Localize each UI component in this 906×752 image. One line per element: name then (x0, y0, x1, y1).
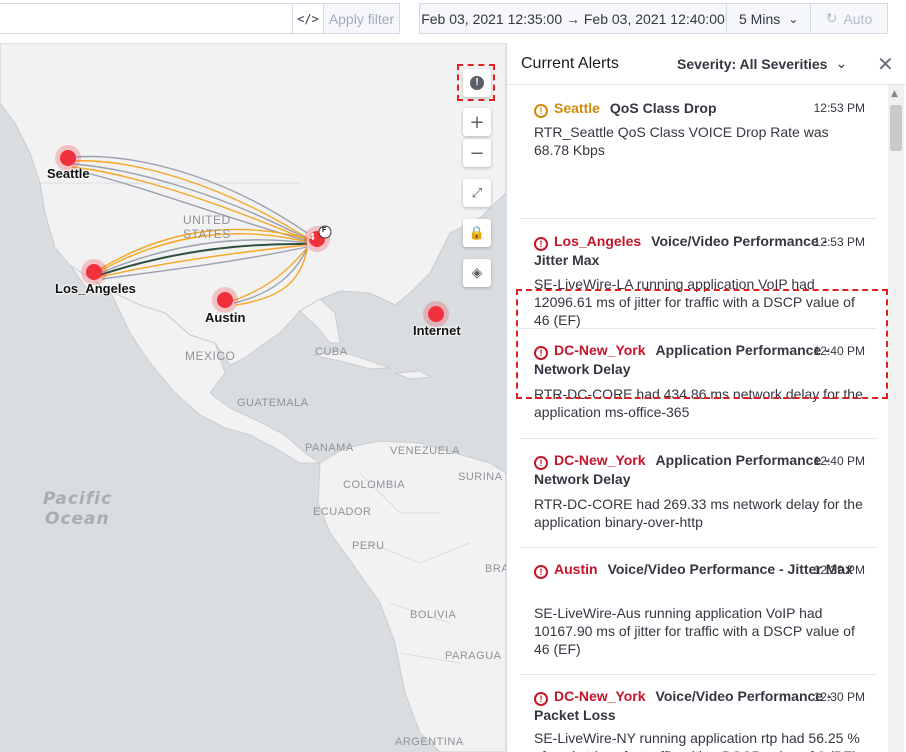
lock-icon: 🔒 (468, 225, 486, 241)
region-label: VENEZUELA (390, 445, 460, 457)
region-label: BOLIVIA (410, 609, 457, 621)
zoom-out-icon: − (469, 142, 485, 164)
fit-bounds-button[interactable]: ⤢ (463, 179, 491, 207)
severity-value: Severity: All Severities (677, 55, 828, 72)
dc-node-badge: F (322, 227, 327, 234)
date-range-picker[interactable]: Feb 03, 2021 12:35:00 → Feb 03, 2021 12:… (419, 3, 726, 34)
region-label: SURINA (458, 471, 503, 483)
node-label-austin[interactable]: Austin (205, 310, 245, 325)
error-icon: ! (534, 456, 548, 470)
alert-source[interactable]: Austin (554, 561, 598, 577)
scrollbar[interactable]: ▲ (888, 85, 904, 752)
auto-label: Auto (843, 10, 873, 27)
apply-filter-button[interactable]: Apply filter (323, 3, 400, 34)
layers-button[interactable]: ◈ (463, 259, 491, 287)
alert-text: SE-LiveWire-Aus running application VoIP… (534, 605, 855, 657)
alert-item[interactable]: ! Austin Voice/Video Performance - Jitter … (521, 548, 877, 675)
alerts-title: Current Alerts (521, 55, 619, 72)
fit-icon: ⤢ (471, 185, 483, 201)
filter-input[interactable] (0, 3, 293, 34)
region-label: COLOMBIA (343, 479, 406, 491)
interval-select[interactable]: 5 Mins ⌄ (726, 3, 811, 34)
region-label: PARAGUA (445, 650, 502, 662)
region-label: MEXICO (185, 349, 236, 363)
region-label: CUBA (315, 346, 348, 358)
alert-item[interactable]: ! Seattle QoS Class Drop 12:53 PM RTR_Seat… (521, 85, 877, 219)
alert-icon: ! (470, 76, 484, 90)
query-language-toggle[interactable]: </> (292, 3, 324, 34)
region-label: ECUADOR (313, 506, 372, 518)
alert-item[interactable]: ! DC-New_York Voice/Video Performance - Pa… (521, 675, 877, 752)
alert-title: QoS Class Drop (609, 100, 717, 116)
error-icon: ! (534, 565, 548, 579)
region-label: PANAMA (305, 442, 354, 454)
error-icon: ! (534, 692, 548, 706)
alert-source[interactable]: DC-New_York (554, 452, 646, 468)
node-label-internet[interactable]: Internet (413, 323, 461, 338)
severity-select[interactable]: Severity: All Severities ⌄ (677, 55, 847, 72)
error-icon: ! (534, 237, 548, 251)
alert-time: 12:30 PM (813, 690, 865, 704)
top-toolbar: </> Apply filter Feb 03, 2021 12:35:00 →… (0, 0, 906, 43)
alert-text: RTR_Seattle QoS Class VOICE Drop Rate wa… (534, 124, 829, 158)
scroll-up-icon[interactable]: ▲ (891, 89, 898, 99)
alert-time: 12:53 PM (813, 101, 865, 115)
close-icon[interactable]: ✕ (877, 52, 894, 76)
lock-button[interactable]: 🔒 (463, 219, 491, 247)
region-label: GUATEMALA (237, 397, 309, 409)
ocean-label: Ocean (45, 509, 110, 529)
region-label: STATES (183, 227, 231, 241)
scrollbar-thumb[interactable] (890, 105, 902, 151)
node-label-seattle[interactable]: Seattle (47, 166, 90, 181)
zoom-out-button[interactable]: − (463, 139, 491, 167)
network-map[interactable]: 4 F UNITED STATES MEXICO CUBA GUATEMALA … (0, 43, 506, 752)
zoom-in-button[interactable]: + (463, 108, 491, 136)
layers-icon: ◈ (471, 265, 483, 281)
alert-text: RTR-DC-CORE had 269.33 ms network delay … (534, 496, 863, 530)
chevron-down-icon: ⌄ (835, 55, 848, 71)
interval-value: 5 Mins (739, 10, 781, 27)
auto-refresh-button[interactable]: ↻ Auto (810, 3, 888, 34)
region-label: PERU (352, 540, 385, 552)
ocean-label: Pacific (43, 489, 113, 509)
dc-node-count[interactable]: 4 (309, 232, 315, 243)
region-label: ARGENTINA (395, 736, 464, 748)
chevron-down-icon: ⌄ (788, 11, 799, 26)
alert-time: 12:53 PM (813, 235, 865, 249)
node-label-los-angeles[interactable]: Los_Angeles (55, 281, 136, 296)
alerts-toggle-button[interactable]: ! (463, 69, 491, 97)
region-label: UNITED (183, 213, 231, 227)
alert-source[interactable]: Los_Angeles (554, 233, 641, 249)
alert-source[interactable]: Seattle (554, 100, 600, 116)
alert-source[interactable]: DC-New_York (554, 688, 646, 704)
alert-text: SE-LiveWire-NY running application rtp h… (534, 730, 860, 752)
warning-icon: ! (534, 104, 548, 118)
zoom-in-icon: + (469, 111, 485, 133)
alert-time: 12:40 PM (813, 454, 865, 468)
alert-item[interactable]: ! DC-New_York Application Performance - Ne… (521, 439, 877, 548)
alert-time: 12:39 PM (813, 563, 865, 577)
region-label: BRA (485, 563, 506, 575)
alerts-header: Current Alerts Severity: All Severities … (507, 43, 906, 85)
refresh-icon: ↻ (825, 10, 838, 27)
highlight-outline (516, 289, 888, 399)
